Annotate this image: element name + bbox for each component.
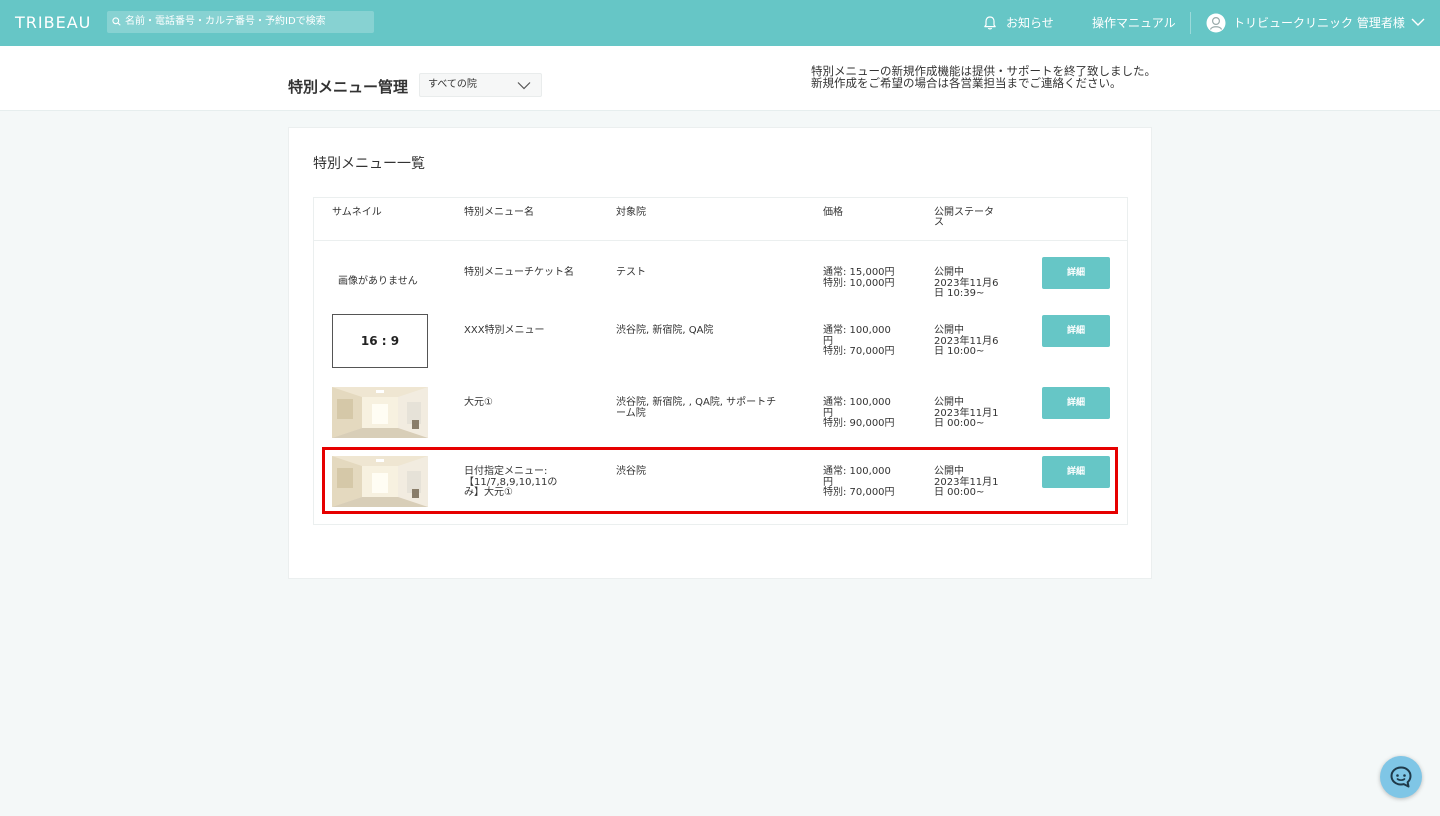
price: 通常: 100,000 円 特別: 70,000円 — [823, 325, 895, 358]
target-clinics-line: 渋谷院, 新宿院, QA院 — [616, 325, 714, 336]
announcement: 特別メニューの新規作成機能は提供・サポートを終了致しました。 新規作成をご希望の… — [811, 65, 1156, 89]
column-header-status: 公開ステータ ス — [934, 208, 1004, 228]
table-header: サムネイル 特別メニュー名 対象院 価格 公開ステータ ス — [314, 198, 1127, 241]
table-row: 大元① 渋谷院, 新宿院, , QA院, サポートチ ーム院 通常: 100,0… — [314, 372, 1127, 442]
target-clinics: テスト — [616, 267, 646, 279]
table-row: 16 : 9 XXX特別メニュー 渋谷院, 新宿院, QA院 通常: 100,0… — [314, 300, 1127, 372]
price: 通常: 15,000円 特別: 10,000円 — [823, 267, 895, 289]
price-line: 通常: 100,000 — [823, 325, 891, 336]
thumbnail-placeholder: 16 : 9 — [332, 314, 428, 368]
manual-link[interactable]: 操作マニュアル — [1092, 15, 1176, 31]
publish-status-line: 公開中 — [934, 325, 964, 336]
column-header-price: 価格 — [823, 207, 843, 218]
publish-status-line: 公開中 — [934, 267, 964, 278]
target-clinics-line: テスト — [616, 267, 646, 278]
user-name: トリビュークリニック 管理者様 — [1233, 16, 1405, 30]
column-header-clinics: 対象院 — [616, 207, 646, 218]
publish-status-line: 日 00:00~ — [934, 418, 985, 429]
clinic-select[interactable]: すべての院 — [419, 73, 542, 97]
publish-status: 公開中 2023年11月6 日 10:39~ — [934, 267, 999, 300]
list-title: 特別メニュー一覧 — [313, 156, 425, 172]
price: 通常: 100,000 円 特別: 90,000円 — [823, 397, 895, 430]
menu-name: 特別メニューチケット名 — [464, 267, 574, 279]
search-icon — [112, 17, 121, 26]
avatar-icon — [1206, 13, 1226, 33]
publish-status-line: 日 10:00~ — [934, 346, 985, 357]
clinic-select-value: すべての院 — [428, 79, 477, 90]
target-clinics: 渋谷院, 新宿院, , QA院, サポートチ ーム院 — [616, 397, 777, 419]
publish-status-line: 日 10:39~ — [934, 288, 985, 299]
notice-label: お知らせ — [1006, 16, 1054, 30]
chevron-down-icon — [517, 82, 531, 90]
detail-button[interactable]: 詳細 — [1042, 315, 1110, 347]
page-header: 特別メニュー管理 すべての院 特別メニューの新規作成機能は提供・サポートを終了致… — [0, 46, 1440, 111]
user-menu[interactable]: トリビュークリニック 管理者様 — [1206, 12, 1405, 34]
search-placeholder: 名前・電話番号・カルテ番号・予約IDで検索 — [125, 16, 326, 27]
target-clinics-line: 渋谷院, 新宿院, , QA院, サポートチ — [616, 397, 777, 408]
column-header-name: 特別メニュー名 — [464, 207, 534, 218]
menu-name-line: XXX特別メニュー — [464, 325, 545, 336]
price-line: 特別: 90,000円 — [823, 418, 895, 429]
tribeau-logo[interactable]: TRIBEAU — [15, 13, 91, 32]
menu-name-line: 大元① — [464, 397, 493, 408]
menu-name: XXX特別メニュー — [464, 325, 545, 337]
chat-icon — [1390, 766, 1412, 788]
highlight-box — [322, 447, 1118, 514]
menu-name: 大元① — [464, 397, 493, 409]
price-line: 特別: 70,000円 — [823, 346, 895, 357]
menu-name-line: 特別メニューチケット名 — [464, 267, 574, 278]
topbar-divider — [1190, 12, 1191, 34]
chat-support-button[interactable] — [1380, 756, 1422, 798]
detail-button[interactable]: 詳細 — [1042, 257, 1110, 289]
price-line: 通常: 15,000円 — [823, 267, 895, 278]
publish-status: 公開中 2023年11月6 日 10:00~ — [934, 325, 999, 358]
detail-button[interactable]: 詳細 — [1042, 387, 1110, 419]
column-header-status-line: 公開ステータ — [934, 207, 994, 218]
menu-thumbnail-image — [332, 387, 428, 438]
notice-link[interactable]: お知らせ — [982, 15, 1054, 31]
bell-icon — [984, 16, 996, 30]
price-line: 特別: 10,000円 — [823, 277, 895, 289]
top-bar: TRIBEAU 名前・電話番号・カルテ番号・予約IDで検索 お知らせ 操作マニュ… — [0, 0, 1440, 46]
patient-search-input[interactable]: 名前・電話番号・カルテ番号・予約IDで検索 — [107, 11, 374, 33]
column-header-status-line: ス — [934, 217, 944, 228]
table-row: 画像がありません 特別メニューチケット名 テスト 通常: 15,000円 特別:… — [314, 242, 1127, 300]
no-image-text: 画像がありません — [338, 276, 418, 287]
publish-status: 公開中 2023年11月1 日 00:00~ — [934, 397, 999, 430]
target-clinics-line: ーム院 — [616, 407, 646, 419]
announcement-line: 新規作成をご希望の場合は各営業担当までご連絡ください。 — [811, 76, 1122, 90]
publish-status-line: 公開中 — [934, 397, 964, 408]
price-line: 通常: 100,000 — [823, 397, 891, 408]
page-title: 特別メニュー管理 — [288, 78, 409, 96]
column-header-thumbnail: サムネイル — [332, 207, 382, 218]
chevron-down-icon[interactable] — [1411, 17, 1425, 27]
target-clinics: 渋谷院, 新宿院, QA院 — [616, 325, 714, 337]
